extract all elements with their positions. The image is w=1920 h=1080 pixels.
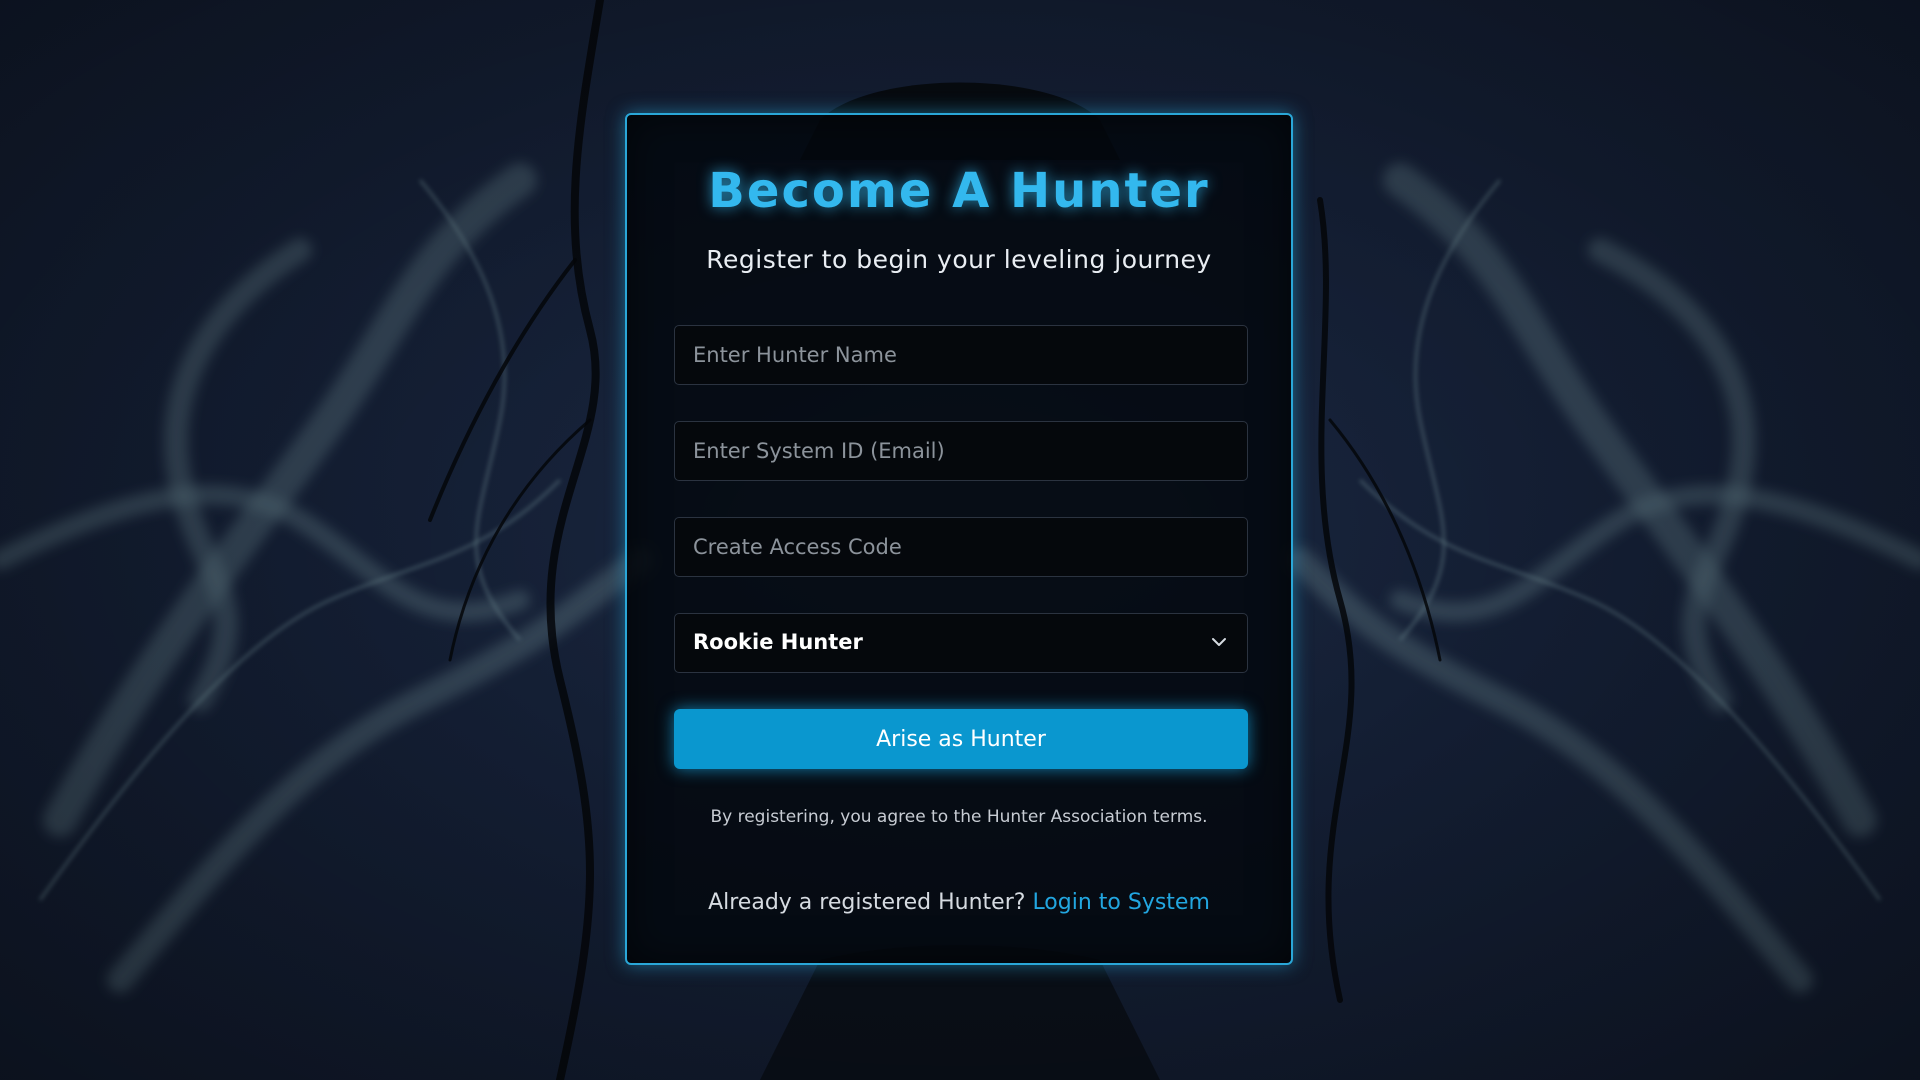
chevron-down-icon	[1212, 638, 1226, 646]
register-page: Become A Hunter Register to begin your l…	[0, 0, 1920, 1080]
terms-text: By registering, you agree to the Hunter …	[710, 807, 1208, 827]
access-code-input[interactable]	[674, 517, 1248, 577]
registration-card: Become A Hunter Register to begin your l…	[625, 113, 1293, 965]
hunter-rank-selected-value: Rookie Hunter	[693, 630, 863, 654]
page-subtitle: Register to begin your leveling journey	[706, 245, 1212, 274]
arise-submit-button[interactable]: Arise as Hunter	[674, 709, 1248, 769]
email-input[interactable]	[674, 421, 1248, 481]
login-link[interactable]: Login to System	[1032, 890, 1209, 915]
login-prompt-line: Already a registered Hunter? Login to Sy…	[627, 890, 1291, 915]
hunter-rank-select[interactable]: Rookie Hunter	[674, 613, 1248, 673]
login-prompt-text: Already a registered Hunter?	[708, 890, 1033, 915]
hunter-name-input[interactable]	[674, 325, 1248, 385]
page-title: Become A Hunter	[708, 163, 1210, 219]
